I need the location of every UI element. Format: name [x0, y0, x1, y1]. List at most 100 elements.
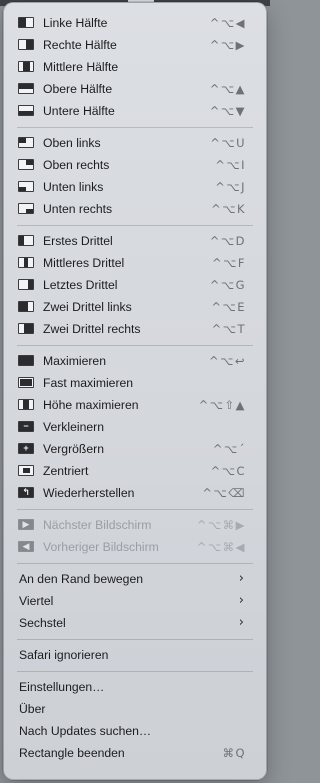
keyboard-shortcut: ^⌥T [211, 322, 246, 336]
menu-item-label: Vorheriger Bildschirm [43, 540, 159, 554]
menu-item-label: Zwei Drittel rechts [43, 322, 141, 336]
menu-item-label: Vergrößern [43, 442, 104, 456]
bottom-half-icon [18, 105, 34, 116]
menu-item-label: Verkleinern [43, 420, 104, 434]
menu-item-rectangle-beenden[interactable]: Rectangle beenden ⌘Q [4, 742, 266, 764]
menu-separator [17, 345, 253, 346]
maximize-height-icon [18, 399, 34, 410]
menu-item-label: Nach Updates suchen… [19, 724, 152, 738]
center-icon [18, 465, 34, 476]
keyboard-shortcut: ^⌥E [211, 300, 246, 314]
top-left-icon [18, 137, 34, 148]
menu-item-untere-hälfte[interactable]: Untere Hälfte ^⌥▼ [4, 100, 266, 122]
menu-item-label: Nächster Bildschirm [43, 518, 152, 532]
chevron-right-icon: › [238, 571, 244, 586]
restore-icon: ↰ [18, 487, 34, 498]
menu-item-label: An den Rand bewegen [19, 572, 144, 586]
menu-item-nach-updates-suchen[interactable]: Nach Updates suchen… [4, 720, 266, 742]
menu-item-oben-links[interactable]: Oben links ^⌥U [4, 132, 266, 154]
bottom-left-icon [18, 181, 34, 192]
almost-maximize-icon [18, 377, 34, 388]
menu-item-viertel[interactable]: Viertel › [4, 590, 266, 612]
menu-item-fast-maximieren[interactable]: Fast maximieren [4, 372, 266, 394]
menu-item-wiederherstellen[interactable]: ↰ Wiederherstellen ^⌥⌫ [4, 482, 266, 504]
make-smaller-icon: − [18, 421, 34, 432]
menu-item-unten-links[interactable]: Unten links ^⌥J [4, 176, 266, 198]
menu-item-label: Obere Hälfte [43, 82, 113, 96]
menu-item-zentriert[interactable]: Zentriert ^⌥C [4, 460, 266, 482]
menu-item-label: Zentriert [43, 464, 89, 478]
menu-item-höhe-maximieren[interactable]: Höhe maximieren ^⌥⇧▲ [4, 394, 266, 416]
two-thirds-left-icon [18, 301, 34, 312]
menu-item-label: Wiederherstellen [43, 486, 135, 500]
menu-item-letztes-drittel[interactable]: Letztes Drittel ^⌥G [4, 274, 266, 296]
menu-item-label: Untere Hälfte [43, 104, 115, 118]
menu-item-label: Höhe maximieren [43, 398, 139, 412]
menu-item-linke-hälfte[interactable]: Linke Hälfte ^⌥◀ [4, 12, 266, 34]
menu-item-label: Mittlere Hälfte [43, 60, 119, 74]
keyboard-shortcut: ^⌥´ [212, 442, 246, 456]
keyboard-shortcut: ^⌥⌫ [202, 486, 246, 500]
menu-item-rechte-hälfte[interactable]: Rechte Hälfte ^⌥▶ [4, 34, 266, 56]
next-display-icon: ▶ [18, 519, 34, 530]
keyboard-shortcut: ^⌥↩ [208, 354, 246, 368]
menu-item-mittlere-hälfte[interactable]: Mittlere Hälfte [4, 56, 266, 78]
keyboard-shortcut: ^⌥K [211, 202, 246, 216]
menu-item-sechstel[interactable]: Sechstel › [4, 612, 266, 634]
menu-item-label: Oben links [43, 136, 101, 150]
menu-item-label: Viertel [19, 594, 54, 608]
menu-separator [17, 225, 253, 226]
menu-item-safari-ignorieren[interactable]: Safari ignorieren [4, 644, 266, 666]
menu-item-mittleres-drittel[interactable]: Mittleres Drittel ^⌥F [4, 252, 266, 274]
menu-item-vorheriger-bildschirm: ◀ Vorheriger Bildschirm ^⌥⌘◀ [4, 536, 266, 558]
rectangle-menu: Linke Hälfte ^⌥◀ Rechte Hälfte ^⌥▶ Mittlere … [3, 2, 267, 780]
menu-item-label: Einstellungen… [19, 680, 105, 694]
make-larger-icon: + [18, 443, 34, 454]
menu-item-label: Safari ignorieren [19, 648, 109, 662]
menu-item-obere-hälfte[interactable]: Obere Hälfte ^⌥▲ [4, 78, 266, 100]
menu-separator [17, 671, 253, 672]
keyboard-shortcut: ^⌥▼ [209, 104, 246, 118]
last-third-icon [18, 279, 34, 290]
menu-item-label: Maximieren [43, 354, 106, 368]
menu-item-label: Unten rechts [43, 202, 113, 216]
menu-item-unten-rechts[interactable]: Unten rechts ^⌥K [4, 198, 266, 220]
keyboard-shortcut: ^⌥J [215, 180, 246, 194]
first-third-icon [18, 235, 34, 246]
menu-separator [17, 127, 253, 128]
keyboard-shortcut: ^⌥D [209, 234, 246, 248]
bottom-right-icon [18, 203, 34, 214]
keyboard-shortcut: ^⌥⇧▲ [198, 398, 246, 412]
menu-item-label: Über [19, 702, 46, 716]
menu-item-label: Sechstel [19, 616, 66, 630]
menu-item-label: Mittleres Drittel [43, 256, 125, 270]
keyboard-shortcut: ^⌥C [210, 464, 246, 478]
two-thirds-right-icon [18, 323, 34, 334]
keyboard-shortcut: ^⌥⌘◀ [196, 540, 246, 554]
menu-item-label: Letztes Drittel [43, 278, 118, 292]
menu-item-zwei-drittel-rechts[interactable]: Zwei Drittel rechts ^⌥T [4, 318, 266, 340]
keyboard-shortcut: ^⌥U [210, 136, 246, 150]
menu-item-label: Unten links [43, 180, 104, 194]
keyboard-shortcut: ^⌥▶ [209, 38, 246, 52]
menu-item-über[interactable]: Über [4, 698, 266, 720]
keyboard-shortcut: ⌘Q [222, 746, 246, 760]
menu-item-verkleinern[interactable]: − Verkleinern [4, 416, 266, 438]
maximize-icon [18, 355, 34, 366]
menu-item-an-den-rand-bewegen[interactable]: An den Rand bewegen › [4, 568, 266, 590]
left-half-icon [18, 17, 34, 28]
menu-item-label: Rechte Hälfte [43, 38, 117, 52]
menu-item-label: Oben rechts [43, 158, 110, 172]
menu-item-oben-rechts[interactable]: Oben rechts ^⌥I [4, 154, 266, 176]
menu-item-erstes-drittel[interactable]: Erstes Drittel ^⌥D [4, 230, 266, 252]
menu-item-zwei-drittel-links[interactable]: Zwei Drittel links ^⌥E [4, 296, 266, 318]
right-half-icon [18, 39, 34, 50]
top-half-icon [18, 83, 34, 94]
keyboard-shortcut: ^⌥◀ [209, 16, 246, 30]
menu-item-vergrößern[interactable]: + Vergrößern ^⌥´ [4, 438, 266, 460]
previous-display-icon: ◀ [18, 541, 34, 552]
keyboard-shortcut: ^⌥G [209, 278, 246, 292]
top-right-icon [18, 159, 34, 170]
menu-item-maximieren[interactable]: Maximieren ^⌥↩ [4, 350, 266, 372]
menu-item-einstellungen[interactable]: Einstellungen… [4, 676, 266, 698]
